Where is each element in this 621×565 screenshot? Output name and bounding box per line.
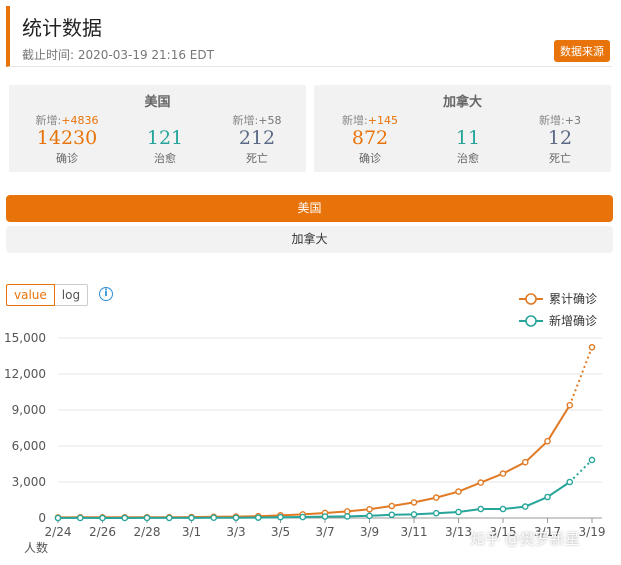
legend-marker [525, 315, 537, 327]
data-point [54, 514, 62, 522]
data-point [143, 514, 151, 522]
data-point [188, 514, 195, 522]
series-line [57, 404, 571, 519]
card-country-name: 加拿大 [442, 95, 482, 110]
confirmed-stat: 新增:+145 872 确诊 [320, 112, 420, 166]
x-tick-label: 2/26 [89, 525, 116, 539]
data-point [254, 514, 262, 521]
x-tick-label: 2/24 [45, 525, 72, 539]
data-point [277, 513, 284, 521]
series-line-projection [568, 346, 593, 406]
data-point [455, 508, 462, 516]
data-point [588, 343, 596, 351]
y-axis-label: 人数 [24, 540, 48, 555]
data-point [432, 509, 440, 517]
x-tick-label: 3/13 [445, 525, 472, 539]
cured-label: 治愈 [154, 152, 176, 165]
confirmed-stat: 新增:+4836 14230 确诊 [17, 112, 117, 166]
data-point [366, 512, 373, 520]
y-tick-label: 3,000 [12, 475, 46, 489]
data-point [499, 470, 507, 477]
x-tick-label: 3/1 [182, 525, 201, 539]
data-point [232, 514, 240, 522]
data-point [455, 488, 462, 495]
deaths-count: 212 [238, 127, 276, 149]
data-point [544, 493, 551, 501]
y-tick-label: 0 [38, 511, 46, 525]
deaths-label: 死亡 [246, 152, 268, 165]
x-tick-label: 3/7 [315, 525, 334, 539]
y-tick-label: 12,000 [4, 367, 46, 381]
tab-canada[interactable]: 加拿大 [6, 226, 613, 253]
y-tick-label: 6,000 [12, 439, 46, 453]
legend-label: 新增确诊 [549, 313, 597, 328]
data-point [366, 505, 373, 513]
data-point [321, 513, 329, 520]
x-tick-label: 3/3 [226, 525, 245, 539]
x-tick-label: 3/11 [401, 525, 428, 539]
data-point [588, 456, 596, 464]
page-header: 统计数据 截止时间: 2020-03-19 21:16 EDT 数据来源 [6, 6, 612, 67]
deaths-stat: 新增:+58 212 死亡 [207, 112, 307, 166]
tab-usa[interactable]: 美国 [6, 195, 613, 222]
confirmed-label: 确诊 [56, 152, 78, 165]
data-point [499, 505, 507, 513]
data-point [210, 514, 218, 521]
page-title: 统计数据 [22, 16, 102, 40]
legend-marker [525, 293, 537, 305]
cured-count: 121 [146, 127, 184, 149]
data-point [165, 514, 173, 522]
watermark-text: 知乎 @樊罗新星 [470, 530, 580, 548]
data-point [299, 513, 307, 521]
data-point [477, 505, 485, 513]
data-point [566, 401, 574, 409]
x-tick-label: 2/28 [134, 525, 161, 539]
series-line [57, 481, 571, 519]
confirmed-count: 872 [351, 127, 389, 149]
data-point [76, 514, 84, 522]
cured-label: 治愈 [457, 152, 479, 165]
data-point [388, 502, 396, 510]
data-point [566, 478, 574, 486]
data-point [343, 513, 351, 520]
cases-line-chart: 0 3,000 6,000 9,000 12,000 15,000 2/24 2/26 2/28… [4, 292, 606, 555]
data-point [410, 511, 418, 518]
cured-count: 11 [455, 127, 481, 149]
data-point [388, 511, 396, 519]
cured-stat: 121 治愈 [115, 112, 215, 166]
x-tick-label: 3/9 [360, 525, 379, 539]
data-point [521, 458, 529, 466]
data-point [99, 514, 106, 522]
deaths-label: 死亡 [549, 152, 571, 165]
country-card-us: 美国 新增:+4836 14230 确诊 121 治愈 新增:+58 212 死… [9, 85, 306, 172]
data-point [521, 503, 529, 510]
y-tick-label: 9,000 [12, 403, 46, 417]
data-point [477, 479, 485, 486]
confirmed-label: 确诊 [359, 152, 381, 165]
card-country-name: 美国 [144, 95, 171, 110]
deaths-count: 12 [547, 127, 573, 149]
x-tick-label: 3/5 [271, 525, 290, 539]
cured-stat: 11 治愈 [418, 112, 518, 166]
country-card-canada: 加拿大 新增:+145 872 确诊 11 治愈 新增:+3 12 死亡 [314, 85, 611, 172]
x-tick-label: 3/19 [579, 525, 606, 539]
y-tick-label: 15,000 [4, 331, 46, 345]
deaths-stat: 新增:+3 12 死亡 [510, 112, 610, 166]
data-point [410, 499, 418, 506]
legend-label: 累计确诊 [549, 292, 597, 306]
data-point [121, 514, 129, 522]
data-point [544, 437, 551, 445]
confirmed-count: 14230 [36, 127, 98, 149]
series-line-projection [569, 459, 593, 483]
data-point [432, 494, 440, 501]
data-source-button[interactable]: 数据来源 [554, 40, 610, 62]
updated-time: 截止时间: 2020-03-19 21:16 EDT [22, 48, 214, 62]
